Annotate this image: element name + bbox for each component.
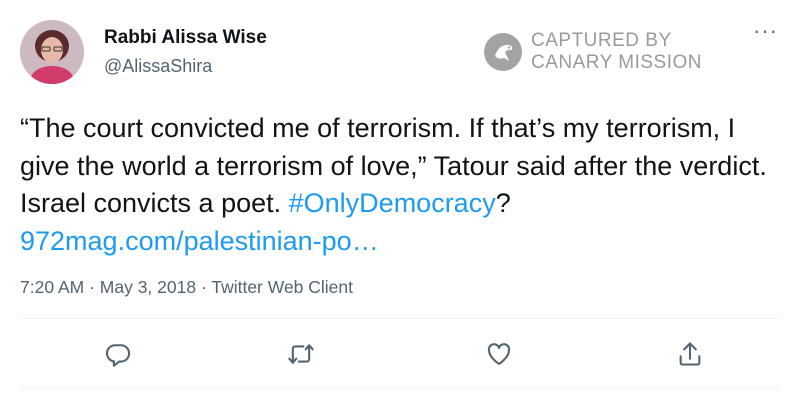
canary-mission-watermark: CAPTURED BY CANARY MISSION: [483, 30, 702, 74]
tweet-card: Rabbi Alissa Wise @AlissaShira CAPTURED …: [0, 0, 800, 409]
heart-icon: [487, 343, 511, 365]
author-name[interactable]: Rabbi Alissa Wise: [104, 27, 267, 49]
avatar[interactable]: [20, 20, 84, 84]
share-button[interactable]: [676, 340, 704, 368]
tweet-client[interactable]: Twitter Web Client: [211, 277, 353, 297]
tweet-body-punctuation: ?: [495, 188, 511, 218]
tweet-date[interactable]: May 3, 2018: [100, 277, 196, 297]
divider-top: [20, 318, 780, 319]
retweet-button[interactable]: [287, 340, 315, 368]
meta-separator: ·: [84, 277, 100, 297]
retweet-icon: [288, 344, 314, 364]
reply-icon: [105, 344, 131, 367]
author-handle[interactable]: @AlissaShira: [104, 56, 212, 77]
url-link[interactable]: 972mag.com/palestinian-po…: [20, 226, 379, 256]
tweet-metadata: 7:20 AM · May 3, 2018 · Twitter Web Clie…: [20, 277, 353, 298]
reply-button[interactable]: [104, 340, 132, 368]
hashtag-link[interactable]: #OnlyDemocracy: [289, 188, 496, 218]
watermark-line-1: CAPTURED BY: [531, 30, 672, 51]
tweet-text: “The court convicted me of terrorism. If…: [20, 110, 780, 260]
canary-logo-icon: [484, 33, 522, 71]
watermark-line-2: CANARY MISSION: [531, 52, 703, 73]
share-icon: [679, 342, 701, 366]
divider-bottom: [20, 387, 780, 388]
meta-separator: ·: [196, 277, 212, 297]
tweet-time[interactable]: 7:20 AM: [20, 277, 84, 297]
more-options-icon[interactable]: ···: [753, 18, 778, 44]
like-button[interactable]: [485, 340, 513, 368]
